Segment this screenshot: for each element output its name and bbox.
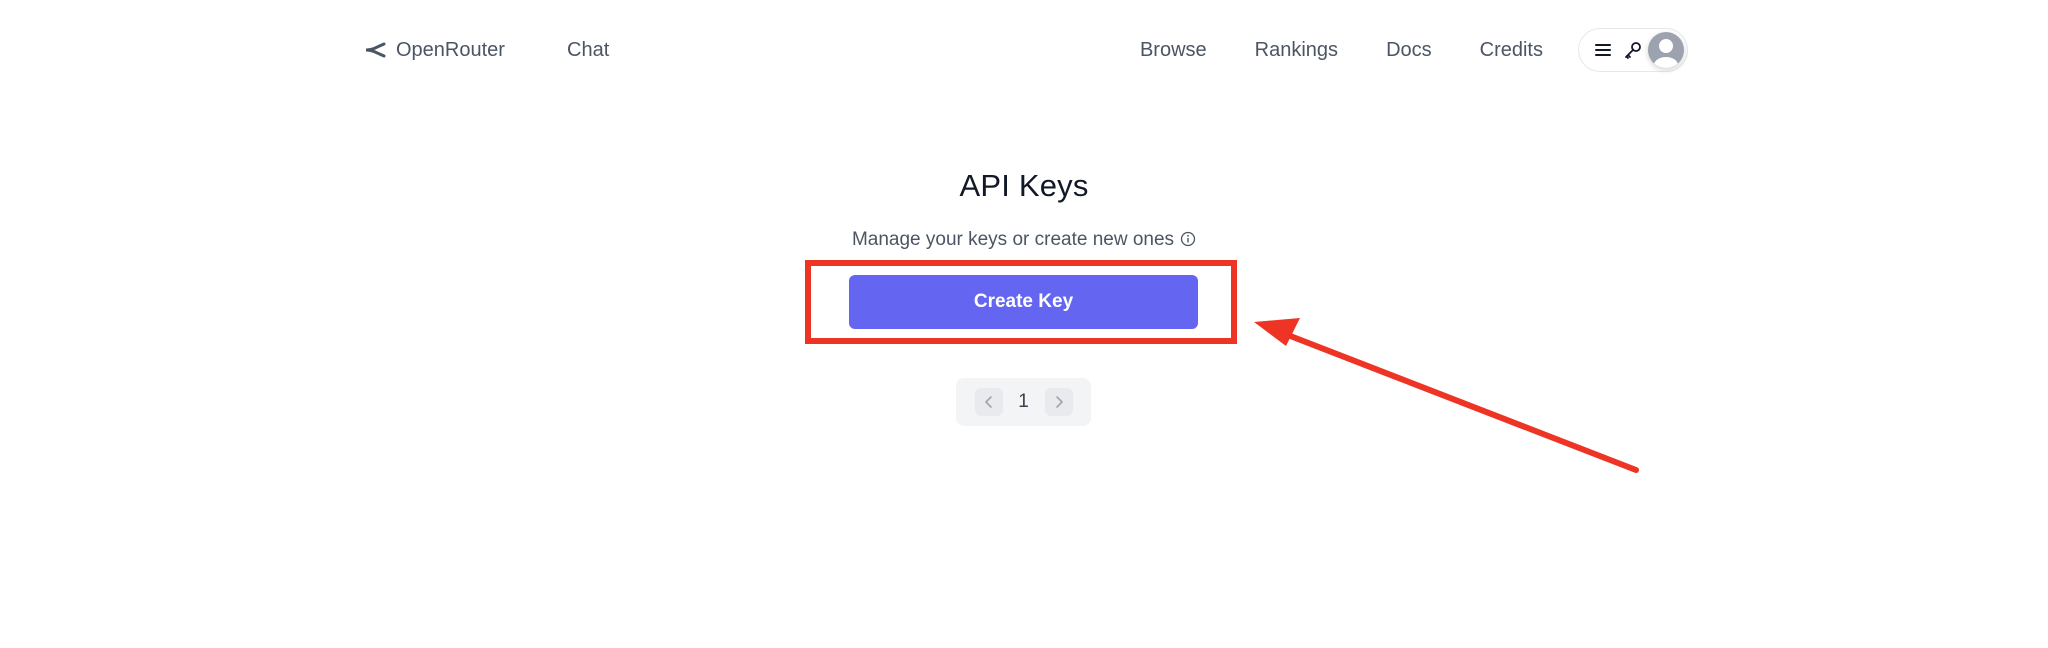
primary-nav: Browse Rankings Docs Credits (1140, 34, 1543, 66)
nav-browse[interactable]: Browse (1140, 39, 1207, 62)
info-circle-icon[interactable] (1180, 231, 1196, 253)
nav-rankings[interactable]: Rankings (1255, 39, 1338, 62)
openrouter-logo-icon (366, 41, 386, 59)
hamburger-menu-icon[interactable] (1595, 44, 1611, 56)
user-avatar-icon[interactable] (1648, 32, 1684, 68)
key-icon[interactable] (1623, 40, 1643, 60)
nav-docs[interactable]: Docs (1386, 39, 1432, 62)
subtitle-text: Manage your keys or create new ones (851, 229, 1175, 250)
brand-name: OpenRouter (396, 38, 505, 61)
chevron-right-icon[interactable] (1044, 388, 1073, 416)
page-subtitle: Manage your keys or create new ones (0, 229, 2048, 253)
page-title: API Keys (959, 168, 1089, 203)
nav-credits[interactable]: Credits (1480, 39, 1543, 62)
user-menu[interactable] (1578, 28, 1688, 72)
page: OpenRouter Chat Browse Rankings Docs Cre… (0, 0, 2048, 648)
page-number[interactable]: 1 (1015, 391, 1033, 413)
brand-link[interactable]: OpenRouter (366, 34, 505, 66)
nav-chat[interactable]: Chat (567, 34, 609, 66)
pagination: 1 (956, 378, 1091, 426)
chevron-left-icon[interactable] (974, 388, 1003, 416)
highlight-box (805, 260, 1237, 344)
